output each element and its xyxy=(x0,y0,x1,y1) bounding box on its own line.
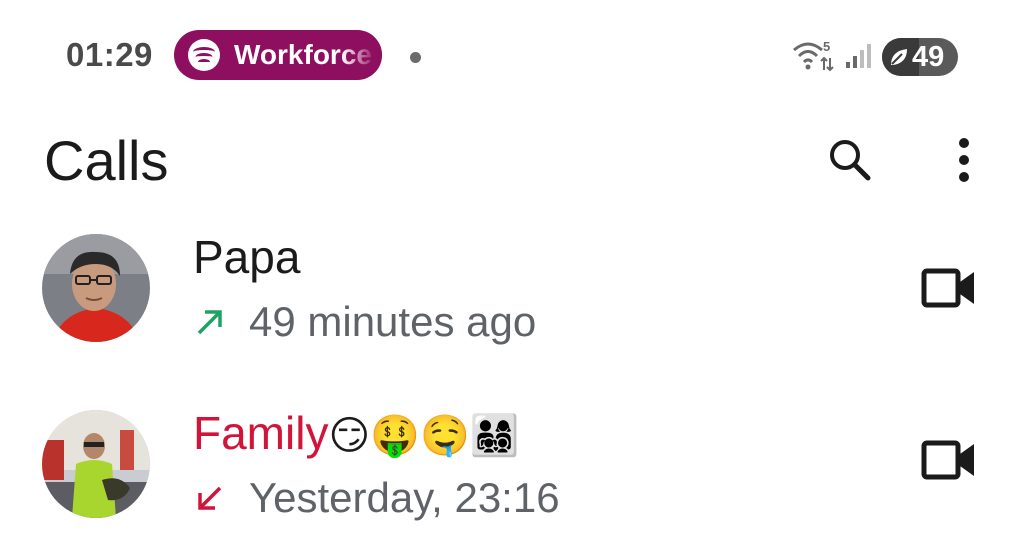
call-details: Yesterday, 23:16 xyxy=(193,474,560,522)
chip-fade xyxy=(342,30,382,80)
video-call-button[interactable] xyxy=(916,432,982,488)
wifi-label: 5 xyxy=(823,39,830,54)
wifi-icon: 5 xyxy=(793,39,834,72)
power-saving-leaf-icon xyxy=(891,49,907,65)
media-notification-chip[interactable]: Workforce xyxy=(174,30,382,80)
battery-indicator: 49 xyxy=(882,38,958,76)
status-time: 01:29 xyxy=(66,36,153,73)
call-list-item[interactable]: Family😏🤑🤤👨‍👩‍👧‍👦 Yesterday, 23:16 xyxy=(0,398,1024,544)
signal-icon xyxy=(846,44,871,68)
more-vert-icon xyxy=(959,138,969,182)
contact-photo xyxy=(42,234,150,342)
group-name: Family xyxy=(193,407,329,459)
spotify-icon xyxy=(188,39,220,71)
notification-dot-icon xyxy=(410,52,421,63)
call-made-icon xyxy=(197,310,222,335)
battery-percent: 49 xyxy=(912,41,945,73)
call-time: Yesterday, 23:16 xyxy=(249,474,560,521)
status-bar: 01:29 Workforce 5 49 xyxy=(0,0,1024,110)
contact-name: Family😏🤑🤤👨‍👩‍👧‍👦 xyxy=(193,406,520,460)
contact-name: Papa xyxy=(193,231,301,283)
search-icon xyxy=(830,140,871,181)
call-details: 49 minutes ago xyxy=(193,298,536,346)
page-title: Calls xyxy=(44,129,169,192)
contact-photo xyxy=(42,410,150,518)
search-button[interactable] xyxy=(820,130,880,190)
more-options-button[interactable] xyxy=(934,130,994,190)
call-missed-icon xyxy=(198,486,222,510)
call-list-item[interactable]: Papa 49 minutes ago xyxy=(0,222,1024,372)
avatar[interactable] xyxy=(42,410,150,518)
call-time: 49 minutes ago xyxy=(249,298,537,345)
videocam-icon xyxy=(921,440,974,480)
name-emojis: 😏🤑🤤👨‍👩‍👧‍👦 xyxy=(328,414,520,458)
avatar[interactable] xyxy=(42,234,150,342)
videocam-icon xyxy=(921,268,974,308)
video-call-button[interactable] xyxy=(916,260,982,316)
